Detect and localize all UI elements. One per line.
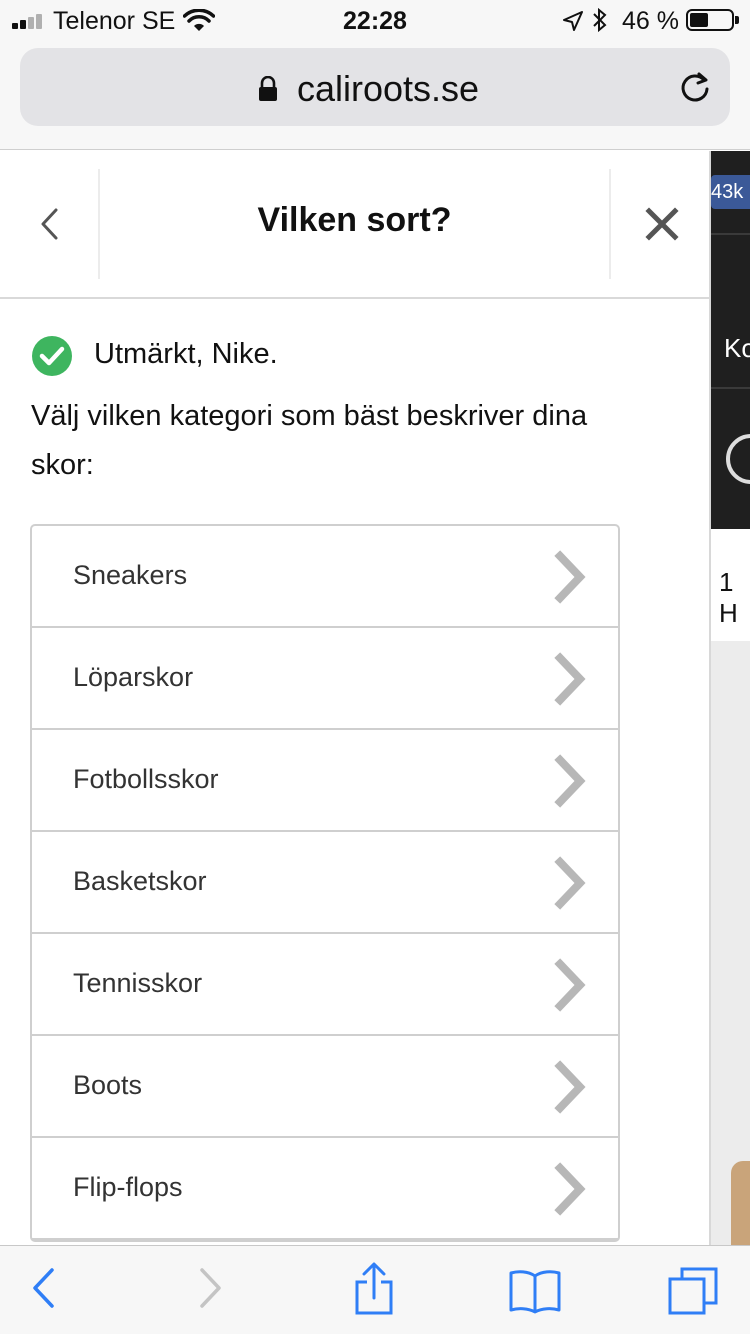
- url-text: caliroots.se: [297, 68, 480, 109]
- dialog-header: Vilken sort?: [0, 151, 709, 299]
- battery-percent: 46 %: [622, 7, 679, 35]
- tabs-button[interactable]: [667, 1266, 719, 1321]
- category-item[interactable]: Tennisskor: [32, 934, 618, 1036]
- category-prompt: Välj vilken kategori som bäst beskriver …: [31, 400, 588, 481]
- category-item[interactable]: Boots: [32, 1036, 618, 1138]
- address-bar[interactable]: caliroots.se: [20, 48, 730, 126]
- category-item[interactable]: Löparskor: [32, 628, 618, 730]
- status-bar: Telenor SE 22:28 46 %: [0, 0, 750, 42]
- chevron-left-icon: [33, 1268, 54, 1308]
- chevron-right-icon: [552, 958, 588, 1017]
- browser-address-area: caliroots.se: [0, 42, 750, 150]
- chevron-right-icon: [552, 550, 588, 609]
- category-label: Flip-flops: [73, 1172, 183, 1202]
- category-label: Boots: [73, 1070, 143, 1100]
- like-count-badge: 43k: [711, 175, 750, 209]
- category-item[interactable]: Sneakers: [32, 526, 618, 628]
- book-icon: [509, 1270, 561, 1314]
- background-text: 1 H: [719, 567, 738, 628]
- tabs-icon: [668, 1267, 718, 1315]
- browser-toolbar: [0, 1245, 750, 1334]
- bookmarks-button[interactable]: [508, 1268, 562, 1319]
- category-label: Sneakers: [73, 560, 188, 590]
- checkmark-icon: [31, 335, 73, 382]
- category-item[interactable]: Basketskor: [32, 832, 618, 934]
- chevron-right-icon: [552, 1060, 588, 1119]
- browser-forward-button[interactable]: [198, 1266, 224, 1315]
- product-image: [731, 1161, 750, 1245]
- close-button[interactable]: [630, 191, 694, 257]
- bluetooth-icon: [593, 7, 607, 38]
- share-button[interactable]: [353, 1262, 395, 1321]
- category-label: Basketskor: [73, 866, 207, 896]
- dialog-title: Vilken sort?: [257, 201, 452, 239]
- category-label: Fotbollsskor: [73, 764, 219, 794]
- reload-button[interactable]: [678, 70, 712, 111]
- close-icon: [645, 207, 679, 241]
- category-label: Löparskor: [73, 662, 194, 692]
- share-icon: [355, 1262, 393, 1315]
- battery-level-fill: [690, 13, 708, 27]
- chevron-right-icon: [552, 652, 588, 711]
- category-label: Tennisskor: [73, 968, 203, 998]
- battery-icon: [686, 9, 739, 31]
- confirmation-text: Utmärkt, Nike.: [94, 338, 278, 370]
- location-arrow-icon: [563, 11, 583, 36]
- back-button[interactable]: [20, 191, 78, 257]
- chevron-right-icon: [200, 1268, 221, 1308]
- chevron-right-icon: [552, 856, 588, 915]
- chevron-left-icon: [41, 208, 58, 240]
- background-page: 43k Ko 1 H: [711, 151, 750, 1245]
- category-item[interactable]: Flip-flops: [32, 1138, 618, 1240]
- background-menu-text: Ko: [724, 333, 750, 363]
- lock-icon: [258, 75, 278, 107]
- category-dialog: Vilken sort? Utmärkt, Nike. Välj vilken …: [0, 151, 709, 1245]
- category-list: Sneakers Löparskor Fotbollsskor Basketskor T…: [30, 524, 620, 1242]
- chevron-right-icon: [552, 1162, 588, 1221]
- reload-icon: [681, 72, 709, 102]
- chevron-right-icon: [552, 754, 588, 813]
- browser-back-button[interactable]: [30, 1266, 56, 1315]
- category-item[interactable]: Fotbollsskor: [32, 730, 618, 832]
